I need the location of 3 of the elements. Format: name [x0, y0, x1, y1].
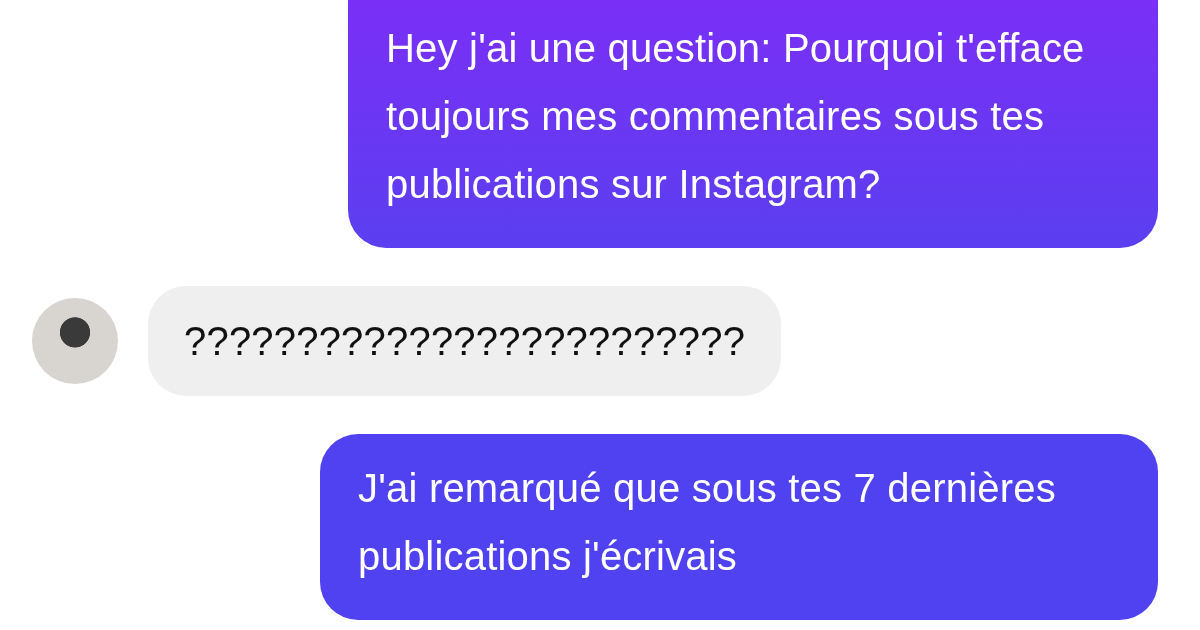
sent-message-bubble: Hey j'ai une question: Pourquoi t'efface toujours mes commentaires sous tes publications sur Instagram? — [348, 0, 1158, 248]
received-message-bubble: ????????????????????????? — [148, 286, 782, 396]
sent-message-bubble: J'ai remarqué que sous tes 7 dernières publications j'écrivais — [320, 434, 1158, 620]
